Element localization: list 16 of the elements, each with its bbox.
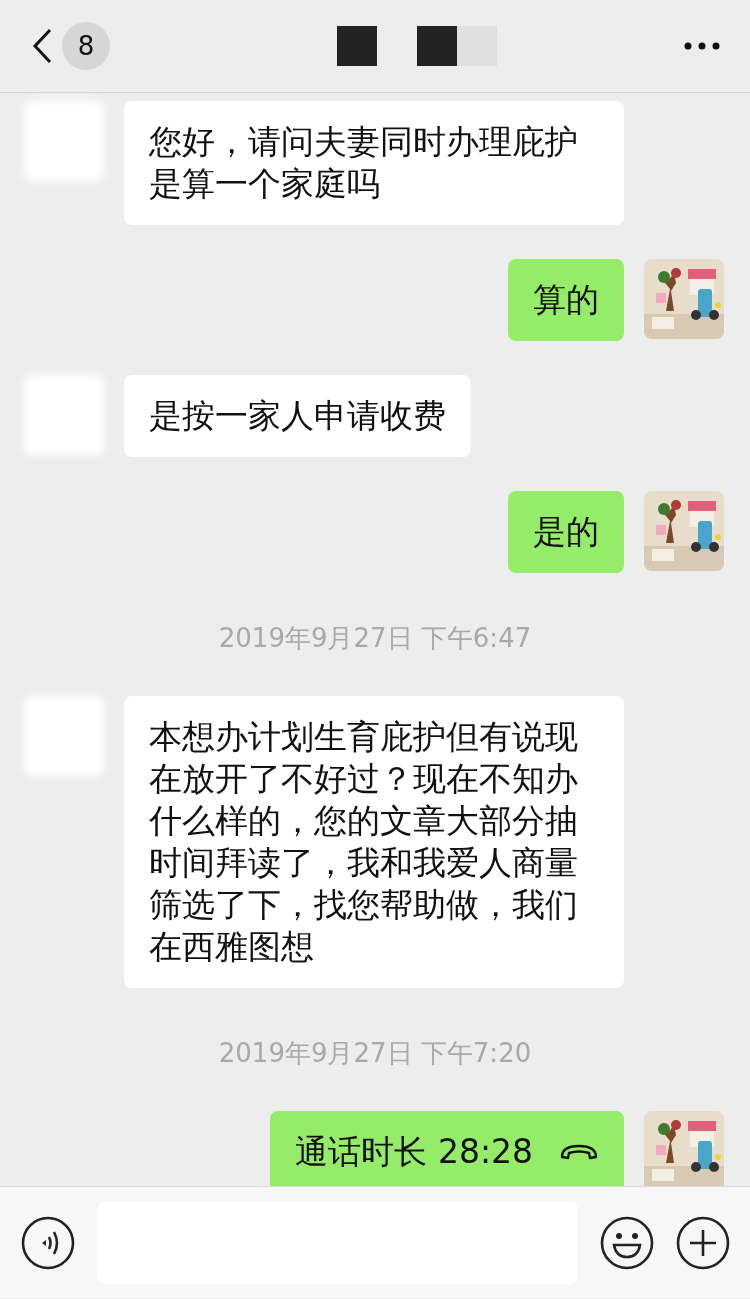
smiley-icon[interactable] bbox=[600, 1215, 654, 1270]
unread-badge: 8 bbox=[62, 22, 110, 70]
voice-icon[interactable] bbox=[21, 1215, 75, 1270]
timestamp: 2019年9月27日 下午7:20 bbox=[218, 1037, 532, 1070]
timestamp: 2019年9月27日 下午6:47 bbox=[218, 622, 532, 655]
redaction-block bbox=[337, 26, 377, 66]
message-bubble: 本想办计划生育庇护但有说现在放开了不好过？现在不知办什么样的，您的文章大部分抽时间拜读了，我和我爱人商量筛选了下，找您帮助做，我们在西雅图想 bbox=[124, 696, 624, 988]
message-bubble: 是按一家人申请收费 bbox=[124, 375, 471, 457]
message-bubble: 算的 bbox=[508, 259, 624, 341]
more-icon[interactable] bbox=[684, 42, 720, 50]
phone-hangup-icon bbox=[559, 1142, 599, 1162]
plus-icon[interactable] bbox=[676, 1215, 730, 1270]
message-bubble: 您好，请问夫妻同时办理庇护是算一个家庭吗 bbox=[124, 101, 624, 225]
message-bubble: 是的 bbox=[508, 491, 624, 573]
call-duration: 通话时长 28:28 bbox=[295, 1131, 533, 1173]
call-bubble[interactable]: 通话时长 28:28 bbox=[270, 1111, 624, 1186]
